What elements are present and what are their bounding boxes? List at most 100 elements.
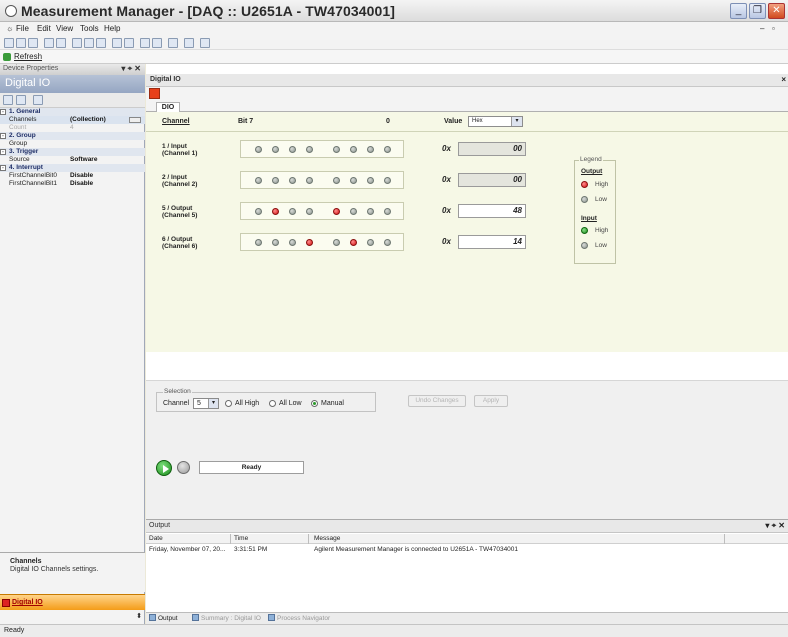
- property-value[interactable]: (Collection): [70, 116, 106, 124]
- tab-process-navigator[interactable]: Process Navigator: [268, 614, 330, 622]
- channel-value-field[interactable]: 14: [458, 235, 526, 249]
- window-icon[interactable]: [168, 38, 178, 48]
- bit-led-icon[interactable]: [289, 239, 296, 246]
- property-value[interactable]: Disable: [70, 180, 93, 188]
- column-message[interactable]: Message: [314, 535, 340, 542]
- preview-icon[interactable]: [56, 38, 66, 48]
- bit-led-icon[interactable]: [306, 239, 313, 246]
- undo-icon[interactable]: [112, 38, 122, 48]
- close-panel-icon[interactable]: ×: [781, 75, 786, 84]
- refresh-icon[interactable]: [3, 53, 11, 61]
- print-icon[interactable]: [44, 38, 54, 48]
- column-date[interactable]: Date: [149, 535, 163, 542]
- paste-icon[interactable]: [96, 38, 106, 48]
- undo-changes-button[interactable]: Undo Changes: [408, 395, 466, 407]
- property-pages-icon[interactable]: [33, 95, 43, 105]
- bit-led-icon[interactable]: [367, 239, 374, 246]
- tab-summary[interactable]: Summary : Digital IO: [192, 614, 261, 622]
- collapse-icon[interactable]: -: [0, 109, 6, 115]
- copy-icon[interactable]: [84, 38, 94, 48]
- bit-led-group: [240, 233, 404, 251]
- all-low-label[interactable]: All Low: [279, 400, 302, 407]
- alphabetical-icon[interactable]: [16, 95, 26, 105]
- menu-file[interactable]: File: [16, 24, 29, 33]
- apply-button[interactable]: Apply: [474, 395, 508, 407]
- tab-output[interactable]: Output: [149, 614, 178, 622]
- property-row[interactable]: Channels (Collection): [0, 116, 145, 124]
- value-format-text: Hex: [472, 118, 483, 124]
- bit-led-icon[interactable]: [255, 239, 262, 246]
- column-divider[interactable]: [308, 534, 309, 544]
- categorized-icon[interactable]: [3, 95, 13, 105]
- all-low-radio[interactable]: [269, 400, 276, 407]
- all-high-radio[interactable]: [225, 400, 232, 407]
- bit-led-icon[interactable]: [333, 239, 340, 246]
- bit-led-icon[interactable]: [350, 208, 357, 215]
- bit-led-icon[interactable]: [272, 208, 279, 215]
- property-row[interactable]: FirstChannelBit1 Disable: [0, 180, 145, 188]
- mdi-restore-icon[interactable]: ▫: [772, 24, 775, 33]
- stop-button[interactable]: [177, 461, 190, 474]
- bit-led-icon[interactable]: [350, 239, 357, 246]
- channel-value-field: 00: [458, 173, 526, 187]
- connect-icon[interactable]: [4, 38, 14, 48]
- property-row[interactable]: Group: [0, 140, 145, 148]
- open-icon[interactable]: [16, 38, 26, 48]
- menu-edit[interactable]: Edit: [37, 24, 51, 33]
- panel-controls[interactable]: ▾ ⌖ ✕: [121, 64, 141, 74]
- property-value[interactable]: 4: [70, 124, 74, 132]
- bit-led-icon[interactable]: [384, 239, 391, 246]
- property-row[interactable]: Source Software: [0, 156, 145, 164]
- all-high-label[interactable]: All High: [235, 400, 259, 407]
- output-panel-controls[interactable]: ▾ ⌖ ✕: [765, 521, 785, 531]
- bit-led-icon[interactable]: [367, 208, 374, 215]
- property-row[interactable]: Count 4: [0, 124, 145, 132]
- device-icon[interactable]: [149, 88, 160, 99]
- property-category[interactable]: -3. Trigger: [0, 148, 145, 156]
- bit-led-icon[interactable]: [289, 208, 296, 215]
- grid-icon[interactable]: [152, 38, 162, 48]
- flag-icon[interactable]: [184, 38, 194, 48]
- menu-app-icon[interactable]: ☼: [6, 24, 13, 33]
- bit-led-icon[interactable]: [272, 239, 279, 246]
- save-icon[interactable]: [28, 38, 38, 48]
- close-button[interactable]: ✕: [768, 3, 785, 19]
- property-row[interactable]: FirstChannelBit0 Disable: [0, 172, 145, 180]
- collapse-icon[interactable]: -: [0, 165, 6, 171]
- property-category[interactable]: -4. Interrupt: [0, 164, 145, 172]
- bit-led-icon[interactable]: [384, 208, 391, 215]
- pin-icon[interactable]: ⬍: [133, 612, 145, 624]
- property-category[interactable]: -2. Group: [0, 132, 145, 140]
- refresh-button[interactable]: Refresh: [14, 52, 42, 61]
- value-format-select[interactable]: Hex ▾: [468, 116, 523, 127]
- property-value[interactable]: Disable: [70, 172, 93, 180]
- redo-icon[interactable]: [124, 38, 134, 48]
- menu-help[interactable]: Help: [104, 24, 120, 33]
- column-divider[interactable]: [230, 534, 231, 544]
- channel-select[interactable]: 5 ▾: [193, 398, 219, 409]
- manual-radio[interactable]: [311, 400, 318, 407]
- channel-value-field[interactable]: 48: [458, 204, 526, 218]
- bit-led-icon[interactable]: [255, 208, 262, 215]
- column-divider[interactable]: [724, 534, 725, 544]
- output-row[interactable]: Friday, November 07, 20... 3:31:51 PM Ag…: [146, 546, 788, 555]
- mdi-minimize-icon[interactable]: –: [760, 24, 764, 33]
- manual-label[interactable]: Manual: [321, 400, 344, 407]
- help-icon[interactable]: [200, 38, 210, 48]
- bit-led-icon[interactable]: [333, 208, 340, 215]
- minimize-button[interactable]: _: [730, 3, 747, 19]
- column-time[interactable]: Time: [234, 535, 248, 542]
- run-button[interactable]: [156, 460, 172, 476]
- ellipsis-button[interactable]: [129, 117, 141, 123]
- menu-view[interactable]: View: [56, 24, 73, 33]
- bit-led-icon[interactable]: [306, 208, 313, 215]
- property-category[interactable]: -1. General: [0, 108, 145, 116]
- digital-io-nav-tab[interactable]: Digital IO: [0, 594, 145, 610]
- property-value[interactable]: Software: [70, 156, 97, 164]
- layout-icon[interactable]: [140, 38, 150, 48]
- collapse-icon[interactable]: -: [0, 133, 6, 139]
- menu-tools[interactable]: Tools: [80, 24, 99, 33]
- cut-icon[interactable]: [72, 38, 82, 48]
- restore-button[interactable]: ❐: [749, 3, 766, 19]
- collapse-icon[interactable]: -: [0, 149, 6, 155]
